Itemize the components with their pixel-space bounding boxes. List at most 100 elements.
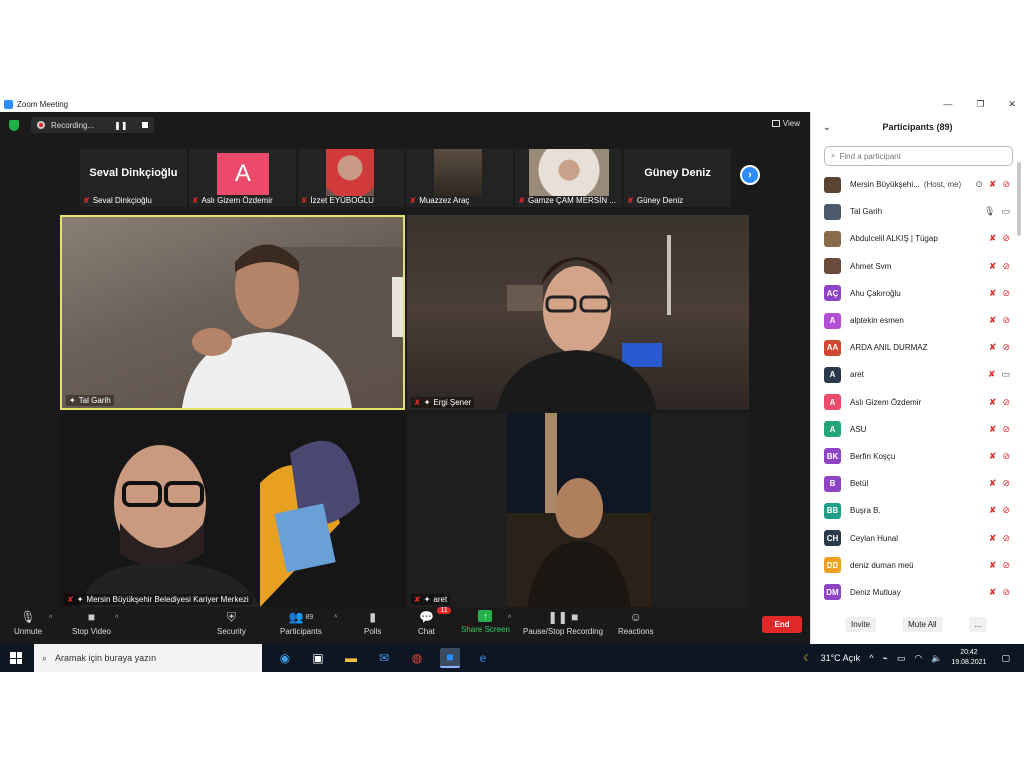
stop-video-button[interactable]: ■ Stop Video	[72, 610, 111, 636]
stop-icon[interactable]	[141, 122, 148, 128]
video-off-icon[interactable]: ⊘	[1002, 533, 1010, 544]
video-off-icon[interactable]: ⊘	[1002, 288, 1010, 299]
video-tile-active-speaker[interactable]: ✦ Tal Garih	[60, 215, 405, 410]
participant-row[interactable]: CH Ceylan Hunal ✘ ⊘	[811, 524, 1016, 551]
folder-icon[interactable]: ▬	[341, 648, 361, 668]
participant-row[interactable]: Aaret ✘ ▭	[811, 361, 1016, 388]
video-off-icon[interactable]: ⊘	[1002, 342, 1010, 353]
taskbar-search-input[interactable]: ⌕ Aramak için buraya yazın	[34, 644, 262, 672]
minimize-icon[interactable]: —	[943, 99, 952, 109]
mic-off-icon[interactable]: ✘	[989, 478, 997, 489]
zoom-app-icon[interactable]: ■	[440, 648, 460, 668]
video-off-icon[interactable]: ⊘	[1002, 397, 1010, 408]
video-off-icon[interactable]: ⊘	[1002, 233, 1010, 244]
scrollbar[interactable]	[1017, 162, 1021, 236]
mic-off-icon[interactable]: ✘	[989, 233, 997, 244]
mic-off-icon[interactable]: ✘	[989, 533, 997, 544]
volume-icon[interactable]: 🔈	[931, 653, 942, 664]
chevron-up-icon[interactable]: ^	[49, 615, 52, 622]
video-off-icon[interactable]: ⊘	[1002, 261, 1010, 272]
end-button[interactable]: End	[762, 616, 802, 633]
mic-off-icon[interactable]: ✘	[989, 179, 997, 190]
video-off-icon[interactable]: ⊘	[1002, 179, 1010, 190]
chevron-up-icon[interactable]: ^	[869, 653, 873, 663]
participant-row[interactable]: Abdulcelil ALKIŞ | Tügap ✘ ⊘	[811, 225, 1016, 252]
windows-start-icon[interactable]	[10, 652, 22, 664]
security-button[interactable]: ⛨ Security	[217, 610, 246, 637]
internet-explorer-icon[interactable]: e	[473, 648, 493, 668]
video-off-icon[interactable]: ⊘	[1002, 315, 1010, 326]
mic-off-icon[interactable]: ✘	[989, 342, 997, 353]
mic-off-icon[interactable]: ✘	[989, 397, 997, 408]
participant-row[interactable]: Mersin Büyükşehi... (Host, me) ⊙ ✘ ⊘	[811, 171, 1016, 198]
video-tile[interactable]: ✘ ✦ Ergi Şener	[407, 215, 749, 410]
video-tile[interactable]: ✘ ✦ aret	[407, 413, 749, 607]
participant-row[interactable]: AA ARDA ANIL DURMAZ ✘ ⊘	[811, 334, 1016, 361]
mic-off-icon[interactable]: ✘	[989, 315, 997, 326]
close-icon[interactable]: ✕	[1008, 99, 1016, 110]
taskbar-clock[interactable]: 20:42 19.08.2021	[951, 648, 986, 668]
pause-icon[interactable]: ❚❚	[114, 121, 127, 130]
video-off-icon[interactable]: ⊘	[1002, 478, 1010, 489]
participant-row[interactable]: AÇ Ahu Çakıroğlu ✘ ⊘	[811, 280, 1016, 307]
shield-icon[interactable]	[9, 119, 19, 131]
polls-button[interactable]: ▮ Polls	[364, 610, 381, 636]
next-page-arrow-icon[interactable]: ›	[740, 165, 760, 185]
participant-row[interactable]: BB Buşra B. ✘ ⊘	[811, 497, 1016, 524]
pause-stop-recording-button[interactable]: ❚❚ ■ Pause/Stop Recording	[523, 610, 603, 636]
thumbnail-tile[interactable]: ✘ İzzet EYÜBOĞLU	[297, 149, 405, 207]
video-off-icon[interactable]: ⊘	[1002, 505, 1010, 516]
unmute-button[interactable]: 🎙 Unmute	[14, 610, 42, 636]
participant-row[interactable]: Ahmet Svm ✘ ⊘	[811, 253, 1016, 280]
video-on-icon[interactable]: ▭	[1001, 206, 1010, 217]
participant-row[interactable]: Aalptekin esmen ✘ ⊘	[811, 307, 1016, 334]
thumbnail-tile[interactable]: Güney Deniz ✘ Güney Deniz	[624, 149, 731, 207]
participant-row[interactable]: DD deniz duman meü ✘ ⊘	[811, 552, 1016, 579]
video-tile[interactable]: ✘ ✦ Mersin Büyükşehir Belediyesi Kariyer M…	[60, 413, 405, 607]
participant-row[interactable]: BK Berfin Koşçu ✘ ⊘	[811, 443, 1016, 470]
invite-button[interactable]: Invite	[845, 616, 877, 632]
reactions-button[interactable]: ☺ Reactions	[618, 610, 654, 636]
battery-icon[interactable]: ▭	[897, 653, 906, 664]
thumbnail-tile[interactable]: ✘ Muazzez Araç	[406, 149, 514, 207]
thumbnail-tile[interactable]: Seval Dinkçioğlu ✘ Seval Dinkçioğlu	[80, 149, 187, 207]
chevron-up-icon[interactable]: ^	[115, 615, 118, 622]
notification-icon[interactable]: ▢	[1001, 653, 1010, 664]
participant-row[interactable]: A Aslı Gizem Özdemir ✘ ⊘	[811, 389, 1016, 416]
chevron-up-icon[interactable]: ^	[508, 615, 511, 622]
participant-row[interactable]: Tal Garih 🎙 ▭	[811, 198, 1016, 225]
chat-button[interactable]: 💬 11 Chat	[418, 607, 451, 636]
chrome-icon[interactable]: ◍	[407, 648, 427, 668]
more-button[interactable]: ...	[968, 616, 988, 632]
mic-off-icon[interactable]: ✘	[989, 505, 997, 516]
mute-all-button[interactable]: Mute All	[902, 616, 943, 632]
share-screen-button[interactable]: ↑ Share Screen	[461, 610, 510, 634]
network-icon[interactable]: ⌁	[882, 653, 887, 664]
thumbnail-tile[interactable]: ✘ Gamze ÇAM MERSİN ...	[515, 149, 623, 207]
participant-row[interactable]: B Betül ✘ ⊘	[811, 470, 1016, 497]
video-off-icon[interactable]: ⊘	[1002, 451, 1010, 462]
chevron-up-icon[interactable]: ^	[334, 615, 337, 622]
participants-button[interactable]: 👥 89 Participants	[280, 610, 322, 636]
chevron-down-icon[interactable]: ⌄	[823, 122, 831, 133]
participant-row[interactable]: DM Deniz Mutluay ✘ ⊘	[811, 579, 1016, 606]
participant-search-input[interactable]: ⌕ Find a participant	[824, 146, 1013, 166]
video-on-icon[interactable]: ▭	[1001, 369, 1010, 380]
video-off-icon[interactable]: ⊘	[1002, 560, 1010, 571]
mic-off-icon[interactable]: ✘	[989, 451, 997, 462]
mic-on-icon[interactable]: 🎙	[984, 206, 995, 217]
mic-off-icon[interactable]: ✘	[989, 424, 997, 435]
video-off-icon[interactable]: ⊘	[1002, 587, 1010, 598]
mail-icon[interactable]: ✉	[374, 648, 394, 668]
maximize-icon[interactable]: ❐	[976, 99, 984, 110]
participant-row[interactable]: A ASU ✘ ⊘	[811, 416, 1016, 443]
mic-off-icon[interactable]: ✘	[989, 587, 997, 598]
store-icon[interactable]: ▣	[308, 648, 328, 668]
mic-off-icon[interactable]: ✘	[989, 261, 997, 272]
wifi-icon[interactable]: ◠	[914, 653, 922, 664]
mic-off-icon[interactable]: ✘	[989, 288, 997, 299]
mic-off-icon[interactable]: ✘	[989, 560, 997, 571]
thumbnail-tile[interactable]: A ✘ Aslı Gizem Özdemir	[188, 149, 296, 207]
mic-off-icon[interactable]: ✘	[988, 369, 996, 380]
view-button[interactable]: View	[771, 119, 800, 128]
